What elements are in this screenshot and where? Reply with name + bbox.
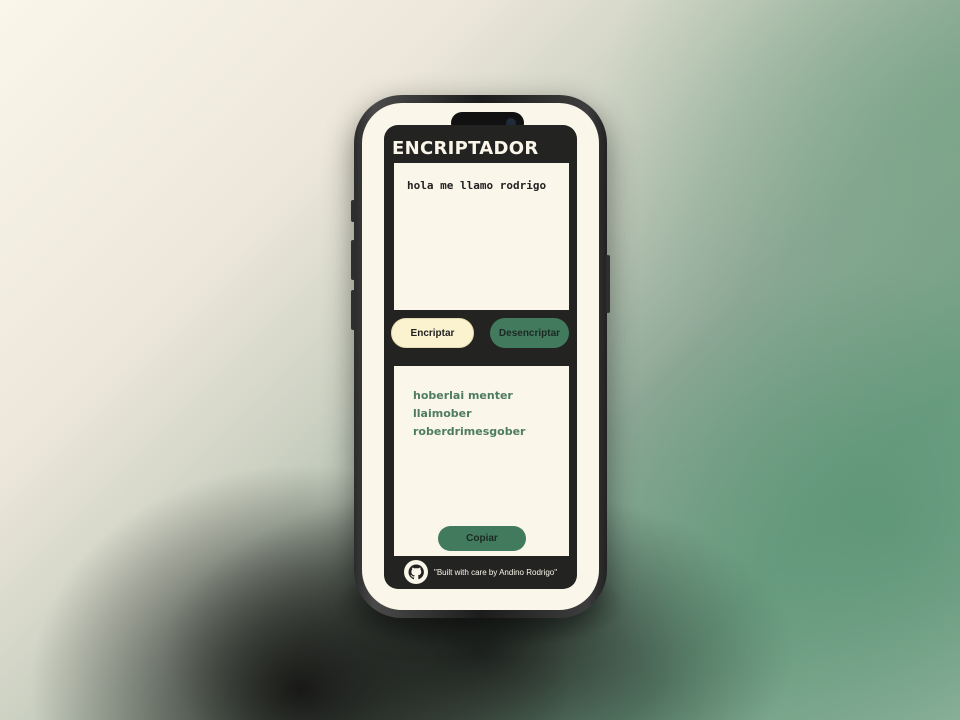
phone-power-button (606, 255, 610, 313)
output-line: hoberlai menter llaimober (413, 389, 513, 420)
encryptor-app: ENCRIPTADOR hola me llamo rodrigo Encrip… (384, 125, 577, 589)
encrypt-button[interactable]: Encriptar (391, 318, 474, 348)
copy-button[interactable]: Copiar (438, 526, 526, 551)
text-input[interactable]: hola me llamo rodrigo (394, 163, 569, 310)
decrypt-button[interactable]: Desencriptar (490, 318, 569, 348)
phone-action-button (351, 200, 355, 222)
output-line: roberdrimesgober (413, 425, 526, 438)
output-area: hoberlai menter llaimober roberdrimesgob… (394, 366, 569, 556)
phone-volume-down-button (351, 290, 355, 330)
phone-volume-up-button (351, 240, 355, 280)
phone-frame: ENCRIPTADOR hola me llamo rodrigo Encrip… (351, 95, 610, 618)
github-icon[interactable] (404, 560, 428, 584)
footer: "Built with care by Andino Rodrigo" (394, 558, 569, 586)
phone-screen: ENCRIPTADOR hola me llamo rodrigo Encrip… (362, 103, 599, 610)
text-input-value: hola me llamo rodrigo (407, 179, 547, 192)
footer-credit: "Built with care by Andino Rodrigo" (434, 567, 558, 577)
page-title: ENCRIPTADOR (392, 138, 539, 159)
